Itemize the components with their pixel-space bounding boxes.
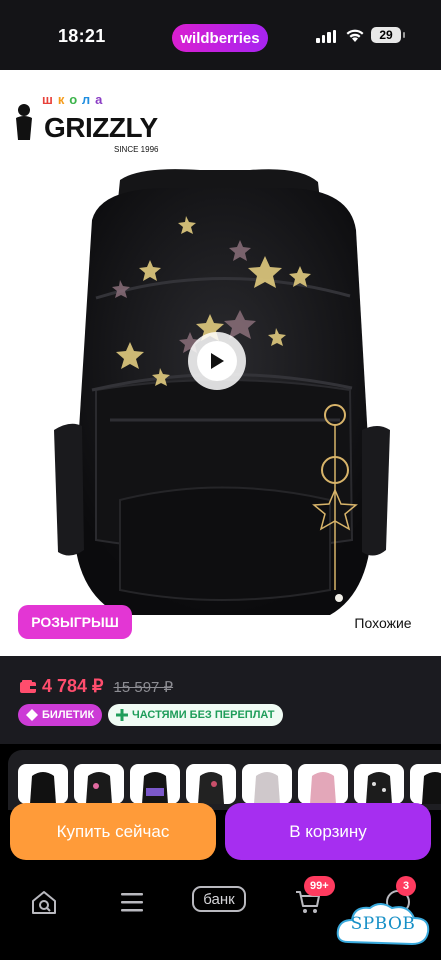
price-block: 4 784 ₽ 15 597 ₽ БИЛЕТИК ЧАСТЯМИ БЕЗ ПЕР… [0, 656, 441, 744]
status-bar: 18:21 wildberries 29 [0, 0, 441, 70]
variant-thumbnail[interactable] [74, 764, 124, 804]
current-price: 4 784 ₽ [42, 676, 104, 696]
status-time: 18:21 [58, 26, 106, 46]
variant-thumbnail[interactable] [298, 764, 348, 804]
logo-school-word: школа [42, 92, 108, 107]
nav-home[interactable] [24, 882, 64, 922]
lottery-badge[interactable]: РОЗЫГРЫШ [18, 605, 132, 639]
signal-icon [316, 30, 336, 43]
similar-button[interactable]: Похожие [338, 610, 428, 636]
ticket-chip[interactable]: БИЛЕТИК [18, 704, 103, 726]
variant-thumbnail[interactable] [242, 764, 292, 804]
nav-bank[interactable]: банк [192, 886, 246, 912]
nav-catalog[interactable] [112, 882, 152, 922]
share-icon[interactable] [397, 88, 427, 118]
heart-icon[interactable] [350, 88, 380, 118]
cart-badge: 99+ [304, 876, 335, 896]
thumbnail-strip [0, 744, 441, 810]
battery-indicator: 29 [371, 27, 405, 43]
product-image[interactable]: школа GRIZZLY SINCE 1996 РОЗЫГРЫШ Похожи… [0, 70, 441, 656]
add-to-cart-button[interactable]: В корзину [225, 803, 431, 860]
wallet-icon [20, 680, 36, 693]
ticket-icon [26, 709, 38, 721]
home-search-icon [32, 891, 56, 914]
profile-badge: 3 [396, 876, 416, 896]
catalog-icon [121, 893, 143, 912]
brand-pill[interactable]: wildberries [172, 24, 268, 52]
plus-icon [116, 709, 128, 721]
play-icon [211, 353, 224, 369]
brand-logo: школа GRIZZLY SINCE 1996 [10, 88, 170, 154]
variant-thumbnail[interactable] [130, 764, 180, 804]
variant-thumbnail[interactable] [18, 764, 68, 804]
logo-since: SINCE 1996 [114, 145, 159, 154]
installments-chip[interactable]: ЧАСТЯМИ БЕЗ ПЕРЕПЛАТ [108, 704, 283, 726]
variant-thumbnail[interactable] [186, 764, 236, 804]
logo-brand-word: GRIZZLY [44, 112, 158, 143]
play-video-button[interactable] [188, 332, 246, 390]
buy-now-button[interactable]: Купить сейчас [10, 803, 216, 860]
watermark-stamp: SPBOB [334, 898, 432, 954]
variant-thumbnail[interactable] [354, 764, 404, 804]
variant-thumbnail[interactable] [410, 764, 441, 804]
bear-icon [16, 104, 32, 140]
wifi-icon [346, 29, 364, 42]
old-price: 15 597 ₽ [113, 678, 174, 696]
